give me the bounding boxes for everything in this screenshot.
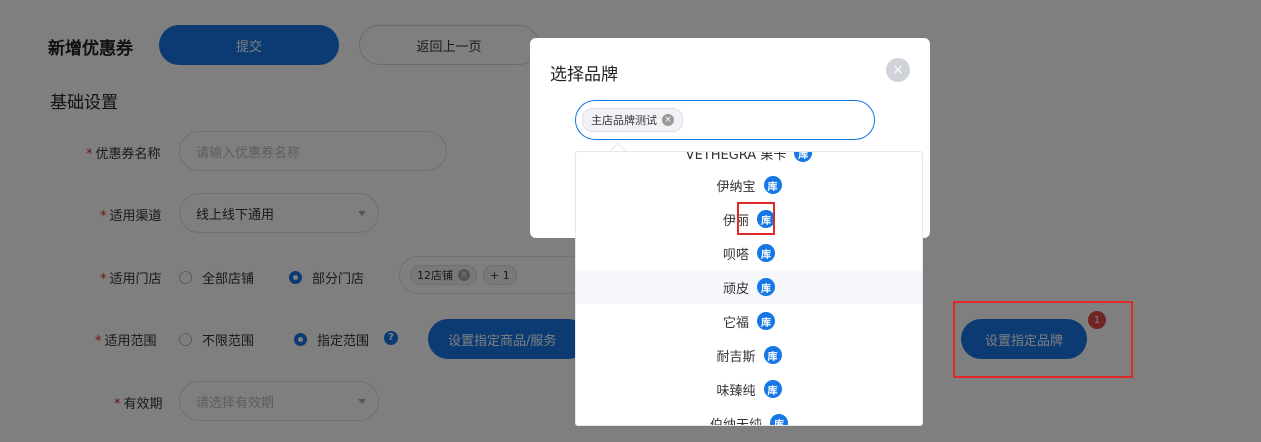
- library-badge-icon: 库: [757, 312, 775, 330]
- library-badge-icon: 库: [757, 244, 775, 262]
- brand-dropdown[interactable]: VETHEGRA 果卡库 伊纳宝库 伊丽库 呗嗒库 顽皮库 它福库 耐吉斯库 味…: [575, 151, 923, 426]
- library-badge-icon: 库: [757, 278, 775, 296]
- brand-option[interactable]: 伯纳天纯库: [576, 406, 922, 425]
- close-icon[interactable]: ×: [662, 114, 674, 126]
- brand-option[interactable]: 伊纳宝库: [576, 168, 922, 202]
- library-badge-icon: 库: [763, 346, 782, 364]
- highlight-box-brand: [953, 301, 1133, 378]
- brand-option[interactable]: 味臻纯库: [576, 372, 922, 406]
- brand-option[interactable]: 呗嗒库: [576, 236, 922, 270]
- library-badge-icon: 库: [770, 414, 788, 425]
- close-icon[interactable]: ×: [886, 58, 910, 82]
- library-badge-icon: 库: [794, 152, 813, 162]
- brand-select-input[interactable]: 主店品牌测试 ×: [575, 100, 875, 140]
- library-badge-icon: 库: [763, 380, 782, 398]
- brand-option[interactable]: 耐吉斯库: [576, 338, 922, 372]
- modal-title: 选择品牌: [550, 65, 618, 85]
- brand-option[interactable]: 它福库: [576, 304, 922, 338]
- selected-brand-tag: 主店品牌测试 ×: [582, 108, 683, 132]
- highlight-box-library: [737, 202, 775, 235]
- library-badge-icon: 库: [763, 176, 782, 194]
- brand-option[interactable]: 顽皮库: [576, 270, 922, 304]
